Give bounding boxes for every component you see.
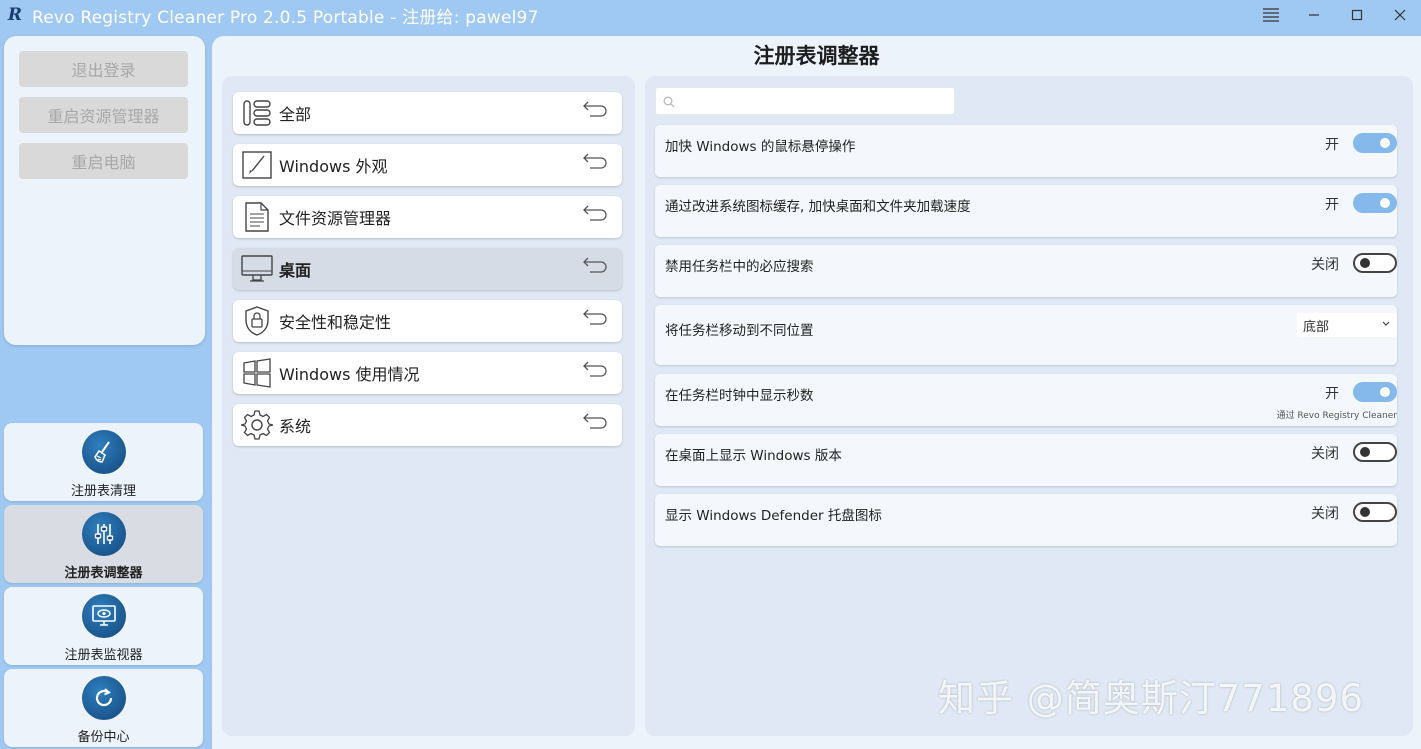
toggle-switch[interactable]: [1353, 382, 1397, 402]
reset-icon[interactable]: [582, 100, 608, 120]
search-icon: [663, 96, 675, 108]
setting-row: 在桌面上显示 Windows 版本 关闭: [655, 434, 1397, 486]
toggle-switch[interactable]: [1353, 442, 1397, 462]
setting-state: 开: [1325, 386, 1339, 402]
setting-label: 在任务栏时钟中显示秒数: [665, 388, 814, 404]
setting-state: 关闭: [1311, 446, 1339, 462]
main-panel: 注册表调整器 全部 Windows 外观 文件资源管理器 桌面 安全性和稳定性 …: [212, 36, 1421, 749]
nav-registry-monitor[interactable]: 注册表监视器: [4, 587, 203, 665]
category-label: 全部: [279, 105, 312, 124]
setting-label: 加快 Windows 的鼠标悬停操作: [665, 139, 856, 155]
nav-registry-tweaker[interactable]: 注册表调整器: [4, 505, 203, 583]
gear-icon: [240, 408, 274, 442]
setting-row: 将任务栏移动到不同位置 底部: [655, 305, 1397, 365]
setting-state: 关闭: [1311, 506, 1339, 522]
search-box[interactable]: [655, 87, 955, 115]
setting-row: 通过改进系统图标缓存, 加快桌面和文件夹加载速度 开: [655, 185, 1397, 237]
left-actions-panel: 退出登录 重启资源管理器 重启电脑: [4, 36, 205, 345]
nav-label: 备份中心: [77, 730, 130, 745]
document-icon: [240, 200, 274, 234]
shield-lock-icon: [240, 304, 274, 338]
toggle-switch[interactable]: [1353, 502, 1397, 522]
all-icon: [240, 96, 274, 130]
desktop-icon: [240, 252, 274, 286]
close-icon[interactable]: [1378, 0, 1421, 30]
category-label: 文件资源管理器: [279, 209, 392, 228]
category-item-system[interactable]: 系统: [233, 404, 622, 446]
restart-explorer-button[interactable]: 重启资源管理器: [19, 97, 188, 133]
brush-icon: [240, 148, 274, 182]
setting-label: 通过改进系统图标缓存, 加快桌面和文件夹加载速度: [665, 199, 971, 215]
setting-label: 禁用任务栏中的必应搜索: [665, 259, 814, 275]
setting-label: 将任务栏移动到不同位置: [665, 323, 814, 339]
reset-icon[interactable]: [582, 360, 608, 380]
setting-row: 显示 Windows Defender 托盘图标 关闭: [655, 494, 1397, 546]
monitor-eye-icon: [81, 594, 126, 638]
settings-panel: 加快 Windows 的鼠标悬停操作 开 通过改进系统图标缓存, 加快桌面和文件…: [645, 76, 1413, 736]
chevron-down-icon: [1382, 321, 1390, 326]
broom-icon: [81, 430, 126, 474]
reset-icon[interactable]: [582, 308, 608, 328]
setting-state: 开: [1325, 197, 1339, 213]
page-title: 注册表调整器: [753, 44, 880, 68]
setting-state: 关闭: [1311, 257, 1339, 273]
category-item-all[interactable]: 全部: [233, 92, 622, 134]
setting-row: 加快 Windows 的鼠标悬停操作 开: [655, 125, 1397, 177]
category-item-windows-usage[interactable]: Windows 使用情况: [233, 352, 622, 394]
category-label: Windows 使用情况: [279, 365, 420, 384]
windows-icon: [240, 356, 274, 390]
restore-icon: [81, 676, 126, 720]
window-title: Revo Registry Cleaner Pro 2.0.5 Portable…: [32, 7, 539, 28]
app-logo-icon: R: [7, 5, 23, 25]
select-value: 底部: [1303, 320, 1330, 335]
setting-row: 禁用任务栏中的必应搜索 关闭: [655, 245, 1397, 297]
maximize-icon[interactable]: [1335, 0, 1378, 30]
toggle-switch[interactable]: [1353, 133, 1397, 153]
category-label: 系统: [279, 417, 312, 436]
reset-icon[interactable]: [582, 256, 608, 276]
setting-note: 通过 Revo Registry Cleaner: [1276, 411, 1397, 421]
setting-label: 显示 Windows Defender 托盘图标: [665, 508, 882, 524]
setting-label: 在桌面上显示 Windows 版本: [665, 448, 842, 464]
category-item-file-explorer[interactable]: 文件资源管理器: [233, 196, 622, 238]
restart-pc-button[interactable]: 重启电脑: [19, 143, 188, 179]
watermark: 知乎 @简奥斯汀771896: [938, 677, 1365, 720]
nav-backup-center[interactable]: 备份中心: [4, 669, 203, 747]
nav-label: 注册表清理: [70, 484, 136, 499]
setting-row: 在任务栏时钟中显示秒数 开 通过 Revo Registry Cleaner: [655, 374, 1397, 426]
nav-label: 注册表调整器: [64, 566, 143, 581]
reset-icon[interactable]: [582, 204, 608, 224]
title-bar: R Revo Registry Cleaner Pro 2.0.5 Portab…: [0, 0, 1421, 30]
category-item-windows-appearance[interactable]: Windows 外观: [233, 144, 622, 186]
nav-registry-cleaner[interactable]: 注册表清理: [4, 423, 203, 501]
toggle-switch[interactable]: [1353, 193, 1397, 213]
reset-icon[interactable]: [582, 412, 608, 432]
category-item-security[interactable]: 安全性和稳定性: [233, 300, 622, 342]
window-controls: [1249, 0, 1421, 30]
minimize-icon[interactable]: [1292, 0, 1335, 30]
category-label: 桌面: [279, 261, 312, 280]
setting-state: 开: [1325, 137, 1339, 153]
sliders-icon: [81, 512, 126, 556]
reset-icon[interactable]: [582, 152, 608, 172]
category-panel: 全部 Windows 外观 文件资源管理器 桌面 安全性和稳定性 Windows…: [222, 76, 635, 736]
menu-icon[interactable]: [1249, 0, 1292, 30]
logout-button[interactable]: 退出登录: [19, 51, 188, 87]
category-item-desktop[interactable]: 桌面: [233, 248, 622, 290]
taskbar-position-select[interactable]: 底部: [1297, 313, 1397, 337]
nav-label: 注册表监视器: [64, 648, 143, 663]
category-label: Windows 外观: [279, 157, 388, 176]
search-input[interactable]: [682, 92, 948, 112]
toggle-switch[interactable]: [1353, 253, 1397, 273]
category-label: 安全性和稳定性: [279, 313, 392, 332]
